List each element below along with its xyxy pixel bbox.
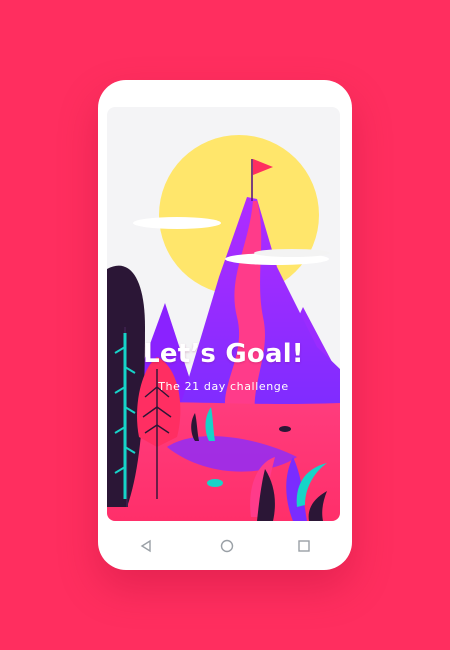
cloud-right-top [254, 249, 330, 257]
app-screen: Let’s Goal! The 21 day challenge [107, 107, 340, 521]
home-icon [220, 539, 234, 553]
phone-frame: Let’s Goal! The 21 day challenge [98, 80, 352, 570]
app-headline: Let’s Goal! [143, 339, 304, 369]
recents-icon [298, 540, 310, 552]
back-button[interactable] [136, 536, 156, 556]
rock-teal [207, 479, 223, 487]
recents-button[interactable] [294, 536, 314, 556]
app-subtitle: The 21 day challenge [158, 380, 289, 393]
android-nav-bar [98, 530, 352, 562]
rock-dark [279, 426, 291, 432]
illustration-mountain-goal [107, 135, 340, 521]
cloud-left [133, 217, 221, 229]
back-icon [140, 539, 151, 553]
home-button[interactable] [217, 536, 237, 556]
